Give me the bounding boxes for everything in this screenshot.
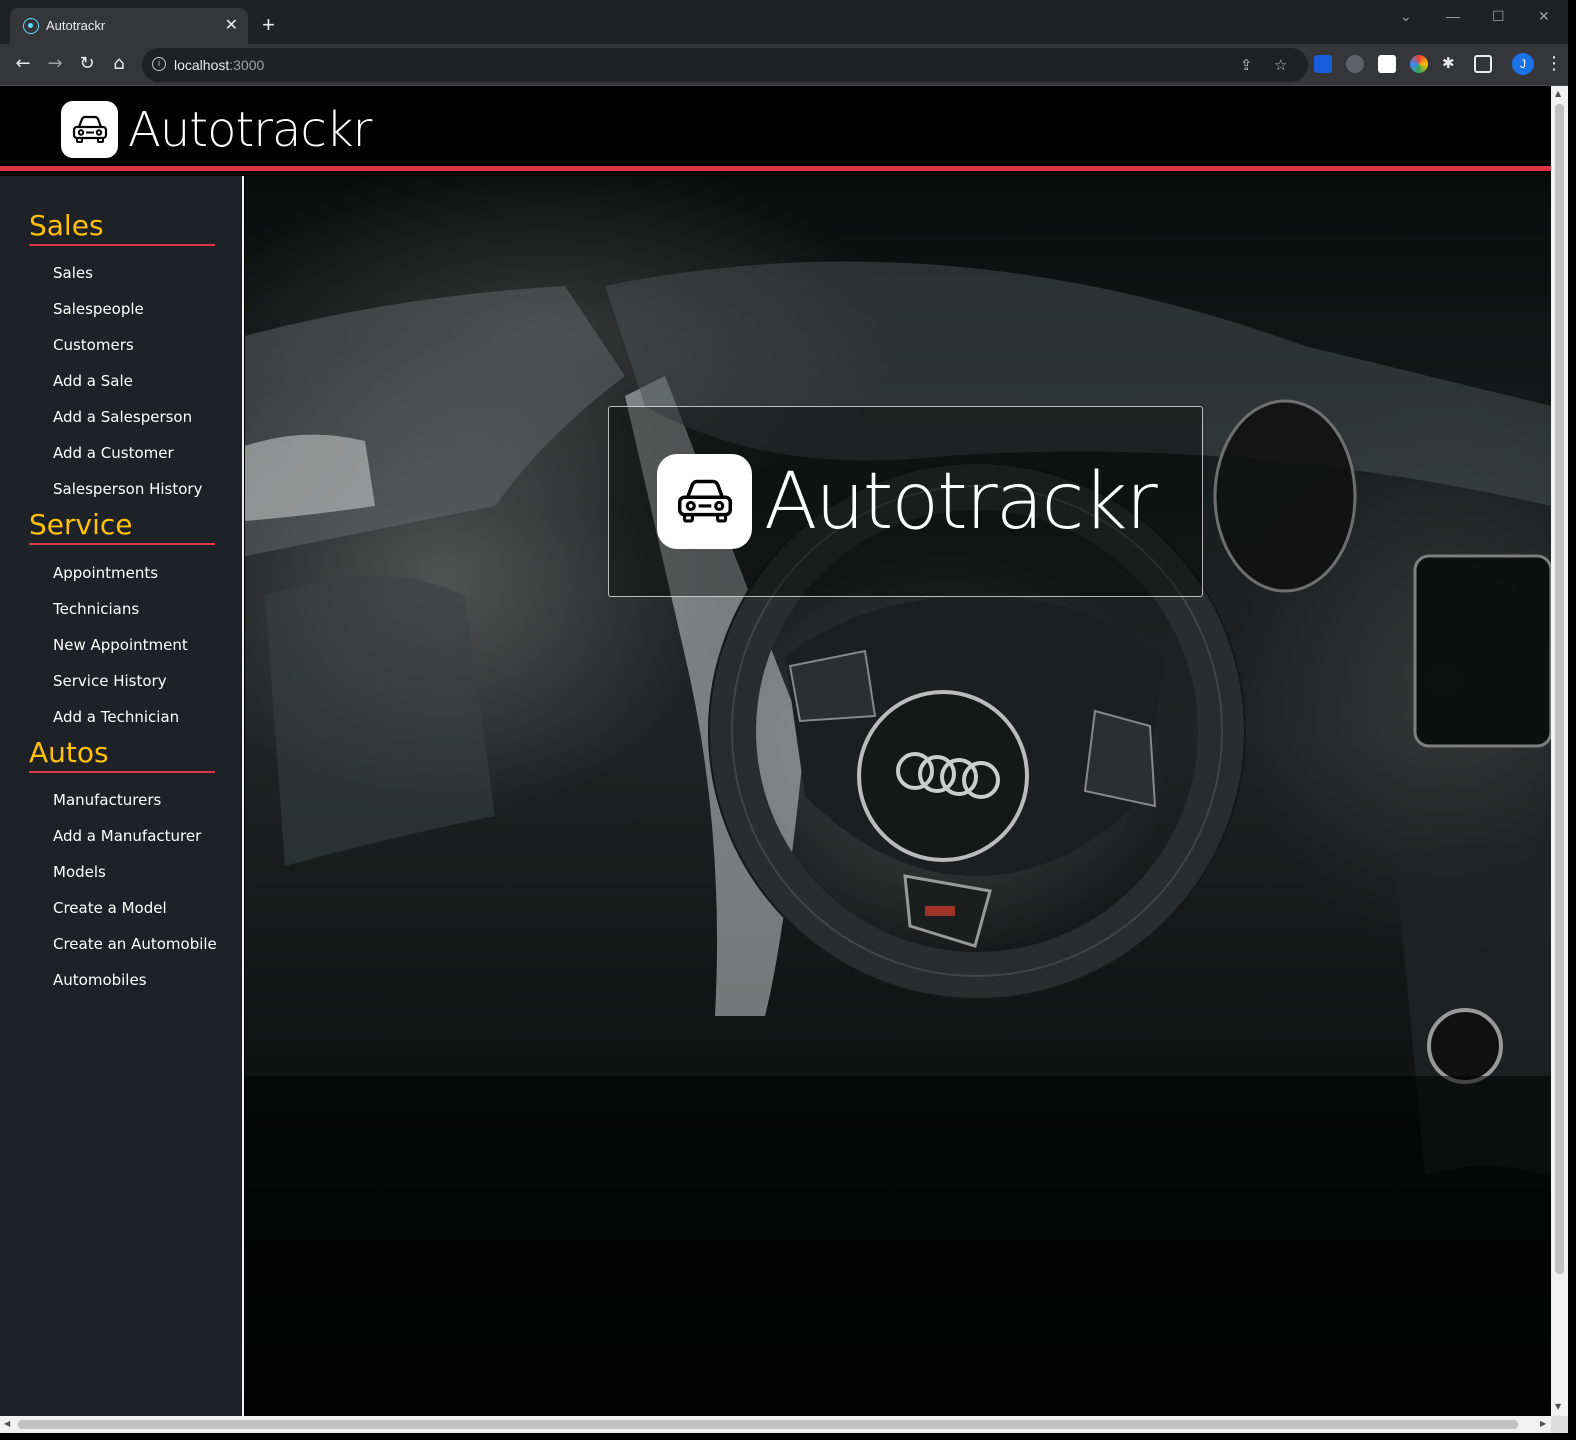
sidebar-link-add-sale[interactable]: Add a Sale <box>53 372 133 390</box>
sidebar-heading-service: Service <box>29 508 215 545</box>
navbar-brand[interactable]: Autotrackr <box>61 101 372 158</box>
scroll-right-arrow-icon[interactable]: ▶ <box>1540 1419 1546 1428</box>
sidebar-link-new-appointment[interactable]: New Appointment <box>53 636 188 654</box>
side-panel-icon[interactable] <box>1474 55 1492 73</box>
address-bar[interactable]: i localhost:3000 ⇪ ☆ <box>142 48 1308 82</box>
hero-title: Autotrackr <box>764 456 1158 547</box>
sidebar-link-add-customer[interactable]: Add a Customer <box>53 444 174 462</box>
sidebar-link-add-salesperson[interactable]: Add a Salesperson <box>53 408 192 426</box>
sidebar-link-salesperson-history[interactable]: Salesperson History <box>53 480 202 498</box>
bookmark-star-icon[interactable]: ☆ <box>1274 56 1287 74</box>
scroll-up-arrow-icon[interactable]: ▲ <box>1555 89 1561 98</box>
window-frame-right <box>1568 0 1576 1440</box>
browser-tabstrip: Autotrackr ✕ + ⌄ — ☐ ✕ <box>0 0 1576 44</box>
share-icon[interactable]: ⇪ <box>1240 56 1253 74</box>
close-tab-icon[interactable]: ✕ <box>225 15 238 35</box>
sidebar-link-automobiles[interactable]: Automobiles <box>53 971 147 989</box>
sidebar-link-manufacturers[interactable]: Manufacturers <box>53 791 161 809</box>
browser-menu-icon[interactable]: ⋮ <box>1545 53 1563 74</box>
url-text[interactable]: localhost:3000 <box>174 57 264 73</box>
reload-icon[interactable]: ↻ <box>76 53 98 74</box>
sidebar-link-models[interactable]: Models <box>53 863 106 881</box>
scrollbar-corner <box>1551 1416 1568 1433</box>
scroll-down-arrow-icon[interactable]: ▼ <box>1555 1402 1561 1411</box>
extensions-puzzle-icon[interactable]: ✱ <box>1442 54 1455 72</box>
car-icon <box>61 101 118 158</box>
sidebar-link-add-manufacturer[interactable]: Add a Manufacturer <box>53 827 201 845</box>
sidebar-heading-sales: Sales <box>29 209 215 246</box>
sidebar-link-create-model[interactable]: Create a Model <box>53 899 167 917</box>
tab-title: Autotrackr <box>46 18 106 33</box>
maximize-button[interactable]: ☐ <box>1492 8 1505 25</box>
forward-icon[interactable]: → <box>44 53 66 74</box>
site-info-icon[interactable]: i <box>152 57 166 71</box>
window-frame-bottom <box>0 1433 1576 1440</box>
sidebar-link-create-automobile[interactable]: Create an Automobile <box>53 935 217 953</box>
vertical-scrollbar[interactable]: ▲ ▼ <box>1551 86 1568 1416</box>
top-navbar: Autotrackr <box>0 86 1551 171</box>
notion-extension-icon[interactable] <box>1378 55 1396 73</box>
vertical-scroll-thumb[interactable] <box>1555 104 1564 1274</box>
car-icon <box>657 454 752 549</box>
recycle-extension-icon[interactable] <box>1346 55 1364 73</box>
close-window-button[interactable]: ✕ <box>1538 8 1550 25</box>
new-tab-button[interactable]: + <box>262 12 275 38</box>
react-favicon-icon <box>23 18 39 34</box>
scroll-left-arrow-icon[interactable]: ◀ <box>4 1419 10 1428</box>
sidebar-link-technicians[interactable]: Technicians <box>53 600 139 618</box>
main-content: Autotrackr <box>245 176 1551 1416</box>
car-interior-background-image <box>245 261 1551 1416</box>
color-picker-extension-icon[interactable] <box>1410 55 1428 73</box>
hero-banner: Autotrackr <box>608 406 1203 597</box>
sidebar-link-customers[interactable]: Customers <box>53 336 134 354</box>
page: Autotrackr Sales Sales Salespeople Custo… <box>0 86 1576 1440</box>
sidebar-link-sales[interactable]: Sales <box>53 264 93 282</box>
home-icon[interactable]: ⌂ <box>108 53 130 74</box>
sidebar-link-add-technician[interactable]: Add a Technician <box>53 708 179 726</box>
sidebar-link-appointments[interactable]: Appointments <box>53 564 158 582</box>
tab-search-icon[interactable]: ⌄ <box>1400 8 1412 25</box>
sidebar-link-service-history[interactable]: Service History <box>53 672 167 690</box>
sidebar: Sales Sales Salespeople Customers Add a … <box>0 176 244 1416</box>
back-icon[interactable]: ← <box>12 53 34 74</box>
horizontal-scroll-thumb[interactable] <box>18 1420 1518 1429</box>
profile-avatar[interactable]: J <box>1512 53 1534 75</box>
minimize-button[interactable]: — <box>1446 8 1460 24</box>
browser-tab[interactable]: Autotrackr ✕ <box>10 8 248 44</box>
sidebar-link-salespeople[interactable]: Salespeople <box>53 300 144 318</box>
sidebar-heading-autos: Autos <box>29 736 215 773</box>
horizontal-scrollbar[interactable]: ◀ ▶ <box>0 1416 1551 1433</box>
bitwarden-extension-icon[interactable] <box>1314 55 1332 73</box>
brand-name: Autotrackr <box>128 101 372 158</box>
browser-toolbar: ← → ↻ ⌂ i localhost:3000 ⇪ ☆ ✱ J ⋮ <box>0 44 1576 86</box>
